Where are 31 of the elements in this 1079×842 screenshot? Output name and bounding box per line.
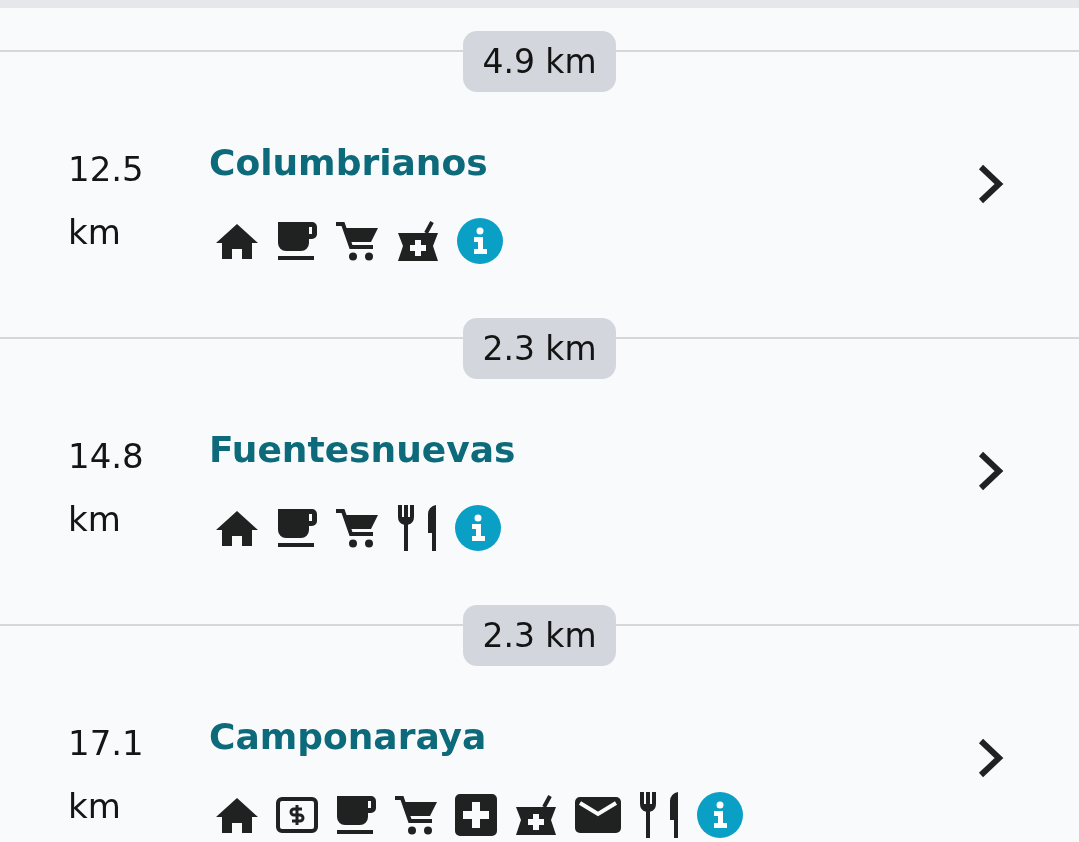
house-icon [215,223,259,259]
town-distance: 14.8 km [68,435,145,541]
distance-badge: 2.3 km [463,318,616,379]
house-icon [215,797,259,833]
mortar-pestle-icon [514,795,558,835]
chevron-right-icon[interactable] [977,738,1005,778]
town-distance: 17.1 km [68,722,145,828]
shopping-cart-icon [335,221,379,261]
cash-icon [276,797,318,833]
town-name[interactable]: Camponaraya [209,716,487,758]
envelope-icon [575,797,621,833]
coffee-cup-icon [276,221,318,261]
town-name[interactable]: Fuentesnuevas [209,429,516,471]
info-icon [697,792,743,838]
house-icon [215,510,259,546]
fork-knife-icon [396,505,438,551]
shopping-cart-icon [335,508,379,548]
mortar-pestle-icon [396,221,440,261]
info-icon [455,505,501,551]
town-distance: 12.5 km [68,148,145,254]
distance-badge: 2.3 km [463,605,616,666]
chevron-right-icon[interactable] [977,164,1005,204]
medical-cross-icon [455,794,497,836]
chevron-right-icon[interactable] [977,451,1005,491]
distance-badge: 4.9 km [463,31,616,92]
shopping-cart-icon [394,795,438,835]
info-icon [457,218,503,264]
coffee-cup-icon [335,795,377,835]
fork-knife-icon [638,792,680,838]
coffee-cup-icon [276,508,318,548]
town-name[interactable]: Columbrianos [209,142,488,184]
